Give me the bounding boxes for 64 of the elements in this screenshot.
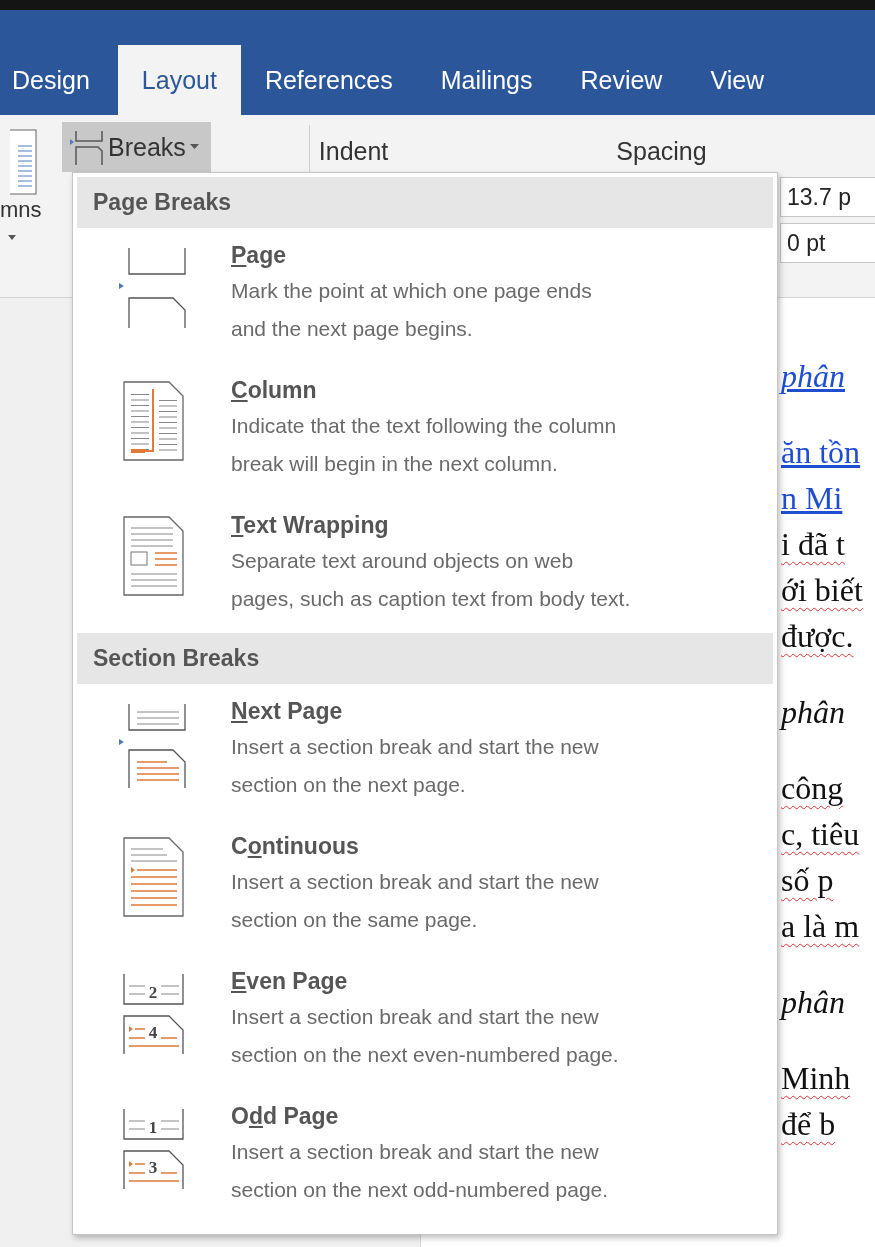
menu-item-description: Separate text around objects on web: [231, 548, 575, 574]
menu-item-description: Insert a section break and start the new: [231, 734, 599, 760]
spacing-before-field[interactable]: 13.7 p: [780, 177, 875, 217]
menu-item-title: Even Page: [231, 967, 349, 996]
document-text: số p: [781, 861, 835, 900]
document-text: c, tiêu: [781, 815, 861, 854]
menu-item-description: Insert a section break and start the new: [231, 869, 599, 895]
document-text: phân: [781, 357, 846, 396]
menu-item-description: section on the next even-numbered page.: [231, 1042, 619, 1068]
document-text: phân: [781, 983, 846, 1022]
menu-section-heading: Section Breaks: [77, 633, 773, 684]
ribbon-tab[interactable]: Mailings: [416, 45, 557, 115]
menu-item-title: Continuous: [231, 832, 360, 861]
menu-item[interactable]: Column Indicate that the text following the column break will begin in the next column.: [77, 363, 773, 498]
menu-item[interactable]: 1 3 Odd Page Insert a section break and start the new section on the next odd-numbered page.: [77, 1089, 773, 1224]
ribbon-tab[interactable]: Layout: [117, 45, 241, 115]
breaks-button[interactable]: Breaks: [62, 122, 211, 172]
menu-item-title: Column: [231, 376, 318, 405]
document-text: để b: [781, 1105, 837, 1144]
indent-label: Indent: [318, 137, 389, 166]
menu-item-description: and the next page begins.: [231, 316, 474, 342]
document-text: ới biết: [781, 571, 864, 610]
spacing-after-field[interactable]: 0 pt: [780, 223, 875, 263]
menu-section-heading: Page Breaks: [77, 177, 773, 228]
document-text: Minh: [781, 1059, 852, 1098]
page-break-icon: [119, 246, 189, 330]
caret-icon: [189, 144, 199, 150]
document-text: ăn tồn: [781, 433, 862, 472]
caret-icon[interactable]: [8, 235, 16, 241]
menu-item-description: section on the next page.: [231, 772, 467, 798]
menu-item[interactable]: 2 4 Even Page Insert a section break and start the new section on the next even-numbered page.: [77, 954, 773, 1089]
document-text: n Mi: [781, 479, 844, 518]
menu-item-description: section on the next odd-numbered page.: [231, 1177, 609, 1203]
menu-item-title: Text Wrapping: [231, 511, 390, 540]
menu-item-description: break will begin in the next column.: [231, 451, 559, 477]
document-text: công: [781, 769, 845, 808]
menu-item-description: Insert a section break and start the new: [231, 1139, 600, 1165]
menu-item[interactable]: Next Page Insert a section break and start the new section on the next page.: [77, 684, 773, 819]
ribbon-tab[interactable]: View: [686, 45, 789, 115]
menu-item-title: Page: [231, 241, 287, 270]
document-text: phân: [781, 693, 846, 732]
ribbon-tab[interactable]: Design: [12, 45, 118, 115]
continuous-break-icon: [123, 837, 185, 917]
menu-item[interactable]: Text Wrapping Separate text around objects on web pages, such as caption text from body text.: [77, 498, 773, 633]
text-wrapping-icon: [123, 516, 185, 596]
spacing-label: Spacing: [616, 137, 707, 166]
document-text: i đã t: [781, 525, 846, 564]
document-text: được.: [781, 617, 855, 656]
columns-label[interactable]: mns: [0, 197, 62, 223]
menu-item-description: pages, such as caption text from body text.: [231, 586, 631, 612]
menu-item-description: Indicate that the text following the column: [231, 413, 617, 439]
menu-item-title: Odd Page: [231, 1102, 340, 1131]
menu-item-description: Insert a section break and start the new: [231, 1004, 600, 1030]
menu-item[interactable]: Page Mark the point at which one page ends and the next page begins.: [77, 228, 773, 363]
menu-item-description: Mark the point at which one page ends: [231, 278, 592, 304]
ribbon-tab[interactable]: Review: [556, 45, 687, 115]
menu-item-title: Next Page: [231, 697, 344, 726]
breaks-icon: [70, 129, 104, 165]
column-break-icon: [123, 381, 185, 461]
document-text: a là m: [781, 907, 861, 946]
ribbon-tab[interactable]: References: [240, 45, 417, 115]
menu-item-description: section on the same page.: [231, 907, 479, 933]
menu-item[interactable]: Continuous Insert a section break and start the new section on the same page.: [77, 819, 773, 954]
next-page-break-icon: [119, 702, 189, 790]
